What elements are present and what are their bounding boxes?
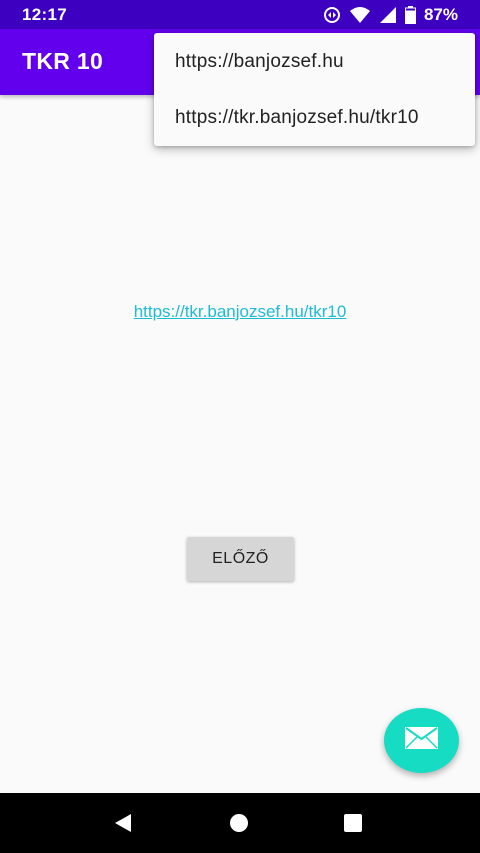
menu-item-banjozsef[interactable]: https://banjozsef.hu (154, 34, 475, 90)
home-icon[interactable] (229, 813, 249, 838)
menu-item-tkr10[interactable]: https://tkr.banjozsef.hu/tkr10 (154, 90, 475, 146)
navigation-bar (0, 793, 480, 853)
tkr10-link[interactable]: https://tkr.banjozsef.hu/tkr10 (0, 302, 480, 322)
mail-fab[interactable] (384, 708, 459, 773)
status-bar: 12:17 87% (0, 0, 480, 29)
status-icons: 87% (323, 5, 458, 25)
wifi-icon (349, 6, 371, 24)
status-time: 12:17 (22, 4, 67, 24)
mail-icon (405, 727, 438, 754)
recents-icon[interactable] (343, 813, 363, 838)
sync-icon (323, 6, 341, 24)
battery-icon (404, 5, 416, 24)
back-icon[interactable] (113, 813, 133, 838)
signal-icon (379, 6, 397, 24)
overflow-menu: https://banjozsef.hu https://tkr.banjozs… (154, 33, 475, 146)
app-title: TKR 10 (22, 48, 104, 74)
battery-percent: 87% (423, 4, 458, 24)
previous-button[interactable]: ELŐZŐ (187, 537, 294, 581)
